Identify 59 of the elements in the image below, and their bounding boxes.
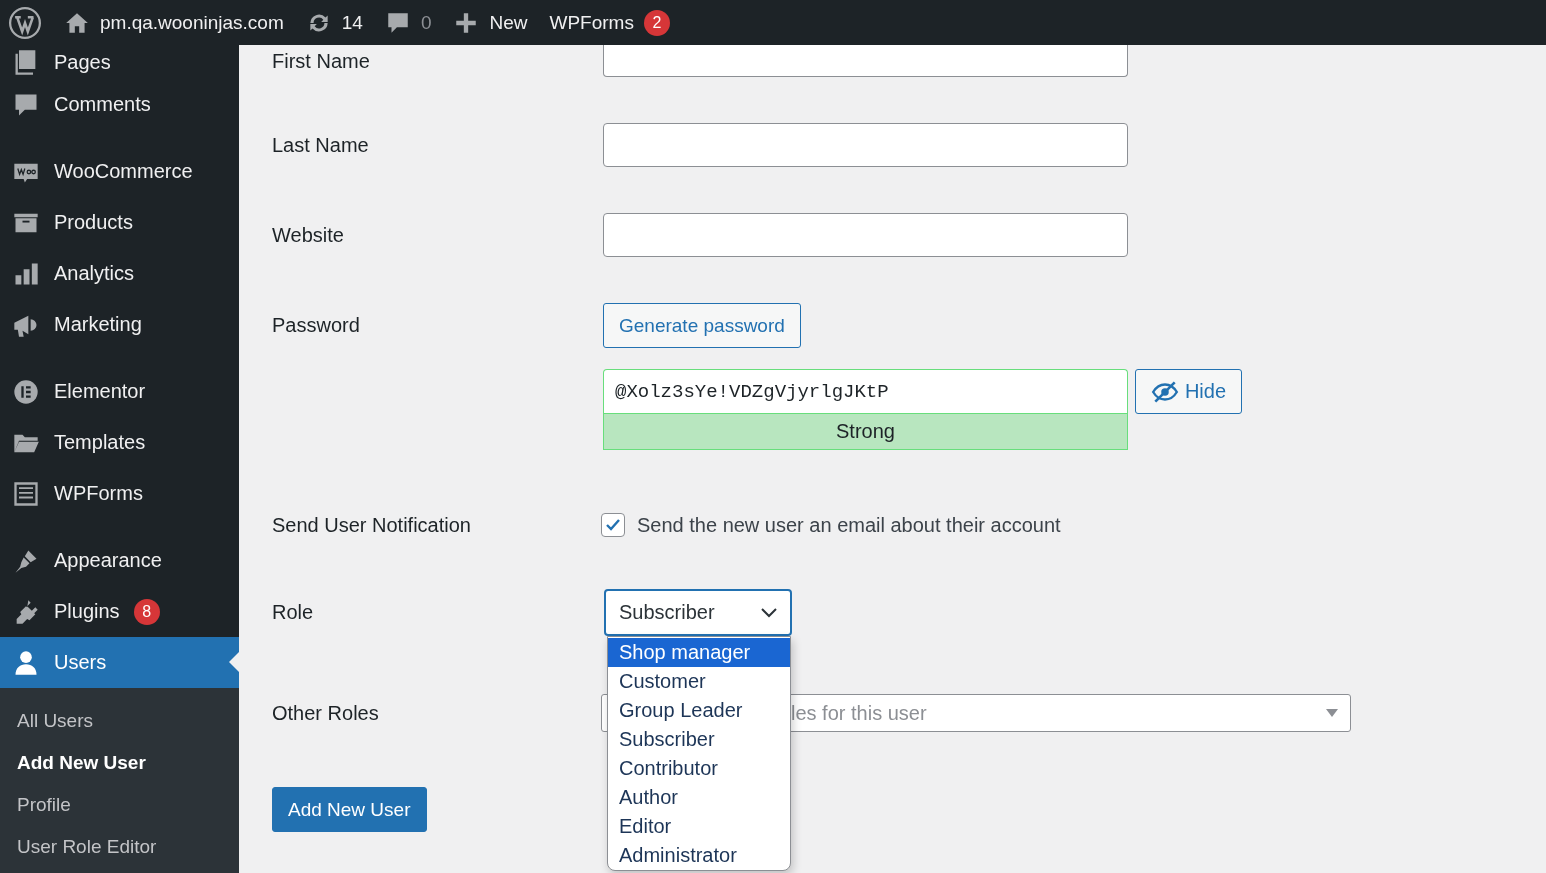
submenu-item[interactable]: Profile xyxy=(0,784,239,826)
checkbox-label: Send the new user an email about their account xyxy=(637,513,1061,537)
menu-item[interactable]: Pages xyxy=(0,45,239,79)
submenu-item[interactable]: All Users xyxy=(0,700,239,742)
field-label: Send User Notification xyxy=(272,513,471,537)
field-label: Last Name xyxy=(272,133,369,157)
field-label: Website xyxy=(272,223,344,247)
wordpress-logo-icon[interactable] xyxy=(8,5,42,40)
updates-count: 14 xyxy=(341,11,363,34)
eye-slash-icon xyxy=(1150,380,1179,403)
submenu-item[interactable]: User Role Editor xyxy=(0,826,239,868)
add-new-user-button[interactable]: Add New User xyxy=(272,787,427,832)
menu-item[interactable]: Appearance xyxy=(0,535,239,586)
role-select[interactable]: Subscriber xyxy=(604,589,792,636)
submenu-item[interactable]: Add New User xyxy=(0,742,239,784)
menu-item[interactable]: WPForms xyxy=(0,468,239,519)
wpforms-label: WPForms xyxy=(549,11,634,34)
menu-item[interactable]: Comments xyxy=(0,79,239,130)
menu-item[interactable]: Users xyxy=(0,637,239,688)
form-icon xyxy=(12,479,40,508)
menu-item[interactable]: Templates xyxy=(0,417,239,468)
menu-item[interactable]: WooCommerce xyxy=(0,146,239,197)
dropdown-option[interactable]: Shop manager xyxy=(608,638,790,667)
dropdown-option[interactable]: Author xyxy=(608,783,790,812)
elementor-icon xyxy=(12,377,40,406)
dropdown-option[interactable]: Editor xyxy=(608,812,790,841)
dropdown-option[interactable]: Customer xyxy=(608,667,790,696)
updates-link[interactable]: 14 xyxy=(305,9,363,36)
wpforms-link[interactable]: WPForms 2 xyxy=(549,9,670,36)
comments-count: 0 xyxy=(420,11,432,34)
menu-item[interactable]: Products xyxy=(0,197,239,248)
site-link[interactable]: pm.qa.wooninjas.com xyxy=(64,9,284,36)
field-label: Password xyxy=(272,314,360,337)
menu-item[interactable]: Analytics xyxy=(0,248,239,299)
new-label: New xyxy=(489,11,528,34)
comments-link[interactable]: 0 xyxy=(384,9,432,36)
chevron-down-icon xyxy=(761,607,777,618)
new-link[interactable]: New xyxy=(453,9,528,36)
text-field[interactable] xyxy=(603,213,1128,257)
field-label: First Name xyxy=(272,49,370,73)
dropdown-option[interactable]: Administrator xyxy=(608,841,790,870)
hide-password-button[interactable]: Hide xyxy=(1135,369,1242,414)
notification-badge: 2 xyxy=(643,9,670,36)
text-field[interactable] xyxy=(603,123,1128,167)
strength-meter: Strong xyxy=(603,413,1128,450)
dropdown-option[interactable]: Group Leader xyxy=(608,696,790,725)
text-field[interactable] xyxy=(603,45,1128,77)
field-label: Role xyxy=(272,601,314,624)
menu-item[interactable]: Elementor xyxy=(0,366,239,417)
menu-item[interactable]: Marketing xyxy=(0,299,239,350)
password-field[interactable]: @Xolz3sYe!VDZgVjyrlgJKtP xyxy=(603,369,1128,413)
caret-down-icon xyxy=(1326,709,1338,717)
checkbox[interactable] xyxy=(601,513,625,537)
site-name: pm.qa.wooninjas.com xyxy=(100,11,284,34)
count-badge: 8 xyxy=(133,598,160,625)
field-label: Other Roles xyxy=(272,701,379,725)
dropdown-option[interactable]: Contributor xyxy=(608,754,790,783)
menu-item[interactable]: Plugins 8 xyxy=(0,586,239,637)
generate-password-button[interactable]: Generate password xyxy=(603,303,801,348)
